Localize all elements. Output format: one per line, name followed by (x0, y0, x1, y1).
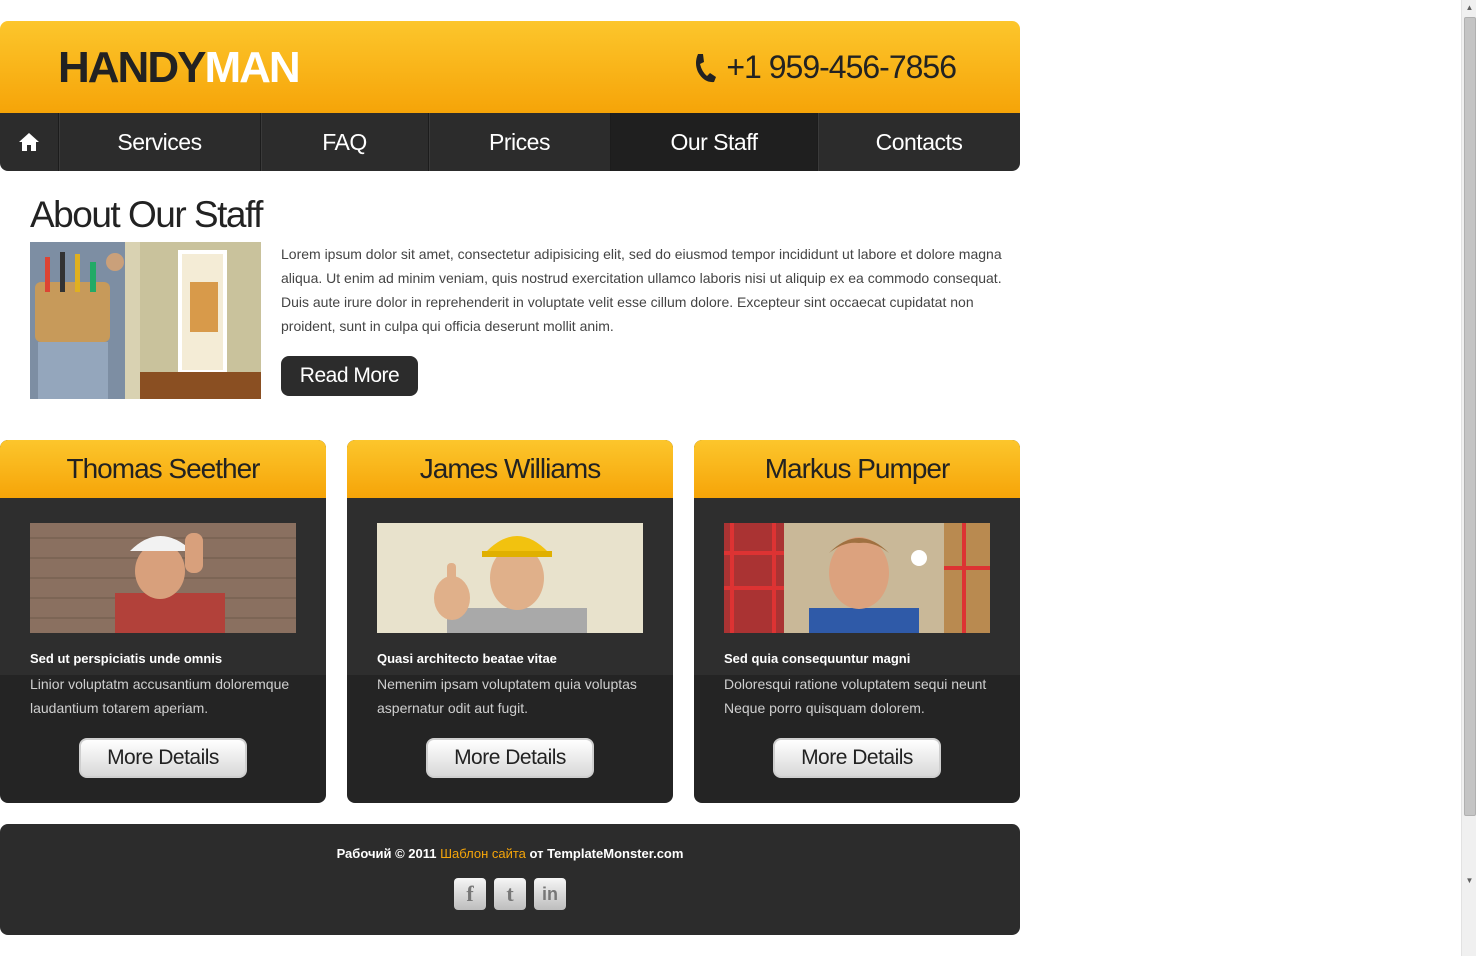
more-details-button[interactable]: More Details (773, 738, 941, 778)
template-link[interactable]: Шаблон сайта (440, 846, 526, 861)
staff-subtitle: Sed ut perspiciatis unde omnis (30, 651, 223, 666)
copyright-text: Рабочий © 2011 (336, 846, 437, 861)
logo[interactable]: HANDYMAN (58, 43, 301, 92)
facebook-icon[interactable]: f (454, 878, 486, 910)
staff-card: James Williams Quasi architecto beatae v… (347, 440, 673, 803)
phone-contact: +1 959-456-7856 (692, 49, 957, 86)
about-image (30, 242, 261, 399)
logo-part-2: MAN (204, 43, 300, 92)
more-details-button[interactable]: More Details (426, 738, 594, 778)
staff-name: Markus Pumper (694, 440, 1020, 498)
nav-services[interactable]: Services (59, 113, 261, 171)
page-title: About Our Staff (30, 194, 263, 235)
home-icon (19, 133, 39, 151)
staff-card: Markus Pumper Sed quia consequuntur magn… (694, 440, 1020, 803)
social-links: f t in (454, 878, 566, 910)
staff-description: Doloresqui ratione voluptatem sequi neun… (724, 676, 987, 716)
staff-card: Thomas Seether Sed ut perspiciatis unde … (0, 440, 326, 803)
nav-our-staff[interactable]: Our Staff (611, 113, 818, 171)
nav-contacts[interactable]: Contacts (818, 113, 1020, 171)
twitter-icon[interactable]: t (494, 878, 526, 910)
staff-description: Linior voluptatm accusantium doloremque … (30, 676, 290, 716)
footer-copyright: Рабочий © 2011 Шаблон сайта от TemplateM… (0, 846, 1020, 861)
nav-home[interactable] (0, 113, 59, 171)
header: HANDYMAN +1 959-456-7856 (0, 21, 1020, 113)
staff-subtitle: Quasi architecto beatae vitae (377, 651, 557, 666)
nav-faq[interactable]: FAQ (261, 113, 429, 171)
scroll-up-icon[interactable]: ▲ (1462, 0, 1476, 15)
read-more-button[interactable]: Read More (281, 356, 418, 396)
more-details-button[interactable]: More Details (79, 738, 247, 778)
phone-number: +1 959-456-7856 (726, 49, 957, 85)
scroll-down-icon[interactable]: ▼ (1462, 873, 1476, 888)
staff-photo (377, 523, 643, 633)
handyman-illustration (30, 242, 261, 399)
linkedin-icon[interactable]: in (534, 878, 566, 910)
main-nav: Services FAQ Prices Our Staff Contacts (0, 113, 1020, 171)
staff-description: Nemenim ipsam voluptatem quia voluptas a… (377, 676, 637, 716)
staff-name: James Williams (347, 440, 673, 498)
copyright-suffix: от TemplateMonster.com (529, 846, 684, 861)
phone-icon (696, 53, 717, 82)
scrollbar-thumb[interactable] (1464, 17, 1476, 816)
staff-photo (724, 523, 990, 633)
vertical-scrollbar[interactable]: ▲ ▼ (1461, 0, 1476, 956)
staff-name: Thomas Seether (0, 440, 326, 498)
logo-part-1: HANDY (58, 43, 206, 92)
about-text: Lorem ipsum dolor sit amet, consectetur … (281, 246, 1002, 334)
footer: Рабочий © 2011 Шаблон сайта от TemplateM… (0, 824, 1020, 935)
staff-photo (30, 523, 296, 633)
staff-subtitle: Sed quia consequuntur magni (724, 651, 911, 666)
nav-prices[interactable]: Prices (429, 113, 611, 171)
